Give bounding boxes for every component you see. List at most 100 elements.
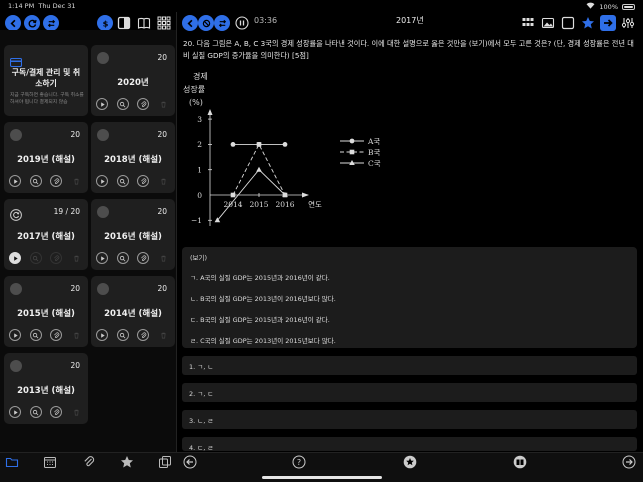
exam-card-2018[interactable]: 20 2018년 (해설) (91, 122, 175, 193)
star-icon (403, 455, 417, 469)
tab-folders[interactable] (4, 454, 20, 470)
delete-button[interactable] (158, 175, 170, 187)
chart-marks (214, 142, 288, 223)
option-label: 3. ㄴ, ㄹ (189, 417, 214, 425)
panel-divider (176, 12, 177, 482)
question-count: 20 (157, 130, 167, 139)
attach-button[interactable] (50, 329, 63, 341)
trash-icon (161, 332, 167, 338)
attach-button[interactable] (137, 98, 150, 110)
bookmark-star-button[interactable] (402, 454, 418, 470)
back-button[interactable] (5, 15, 21, 31)
attach-button[interactable] (50, 175, 63, 187)
delete-button[interactable] (71, 329, 83, 341)
attach-button[interactable] (50, 406, 63, 418)
subscription-card[interactable]: 구독/결제 관리 및 취소하기 지금 구독하면 좋습니다. 구독 취소를 하셔야… (4, 45, 88, 116)
attach-button[interactable] (137, 329, 150, 341)
subscription-subtitle: 지금 구독하면 좋습니다. 구독 취소를 하셔야 됩니다 결제되지 않습 (10, 93, 84, 105)
play-button[interactable] (96, 98, 108, 110)
image-button[interactable] (540, 15, 556, 31)
chart-legend: A국 B국 C국 (340, 137, 381, 168)
search-button[interactable] (29, 252, 42, 264)
search-button[interactable] (29, 406, 42, 418)
next-question-button[interactable] (600, 15, 616, 31)
dollar-icon: $ (102, 18, 108, 28)
attach-button[interactable] (137, 175, 150, 187)
help-button[interactable]: ? (291, 454, 307, 470)
search-button[interactable] (116, 329, 129, 341)
search-button[interactable] (116, 252, 129, 264)
paperclip-icon (84, 456, 95, 467)
trash-icon (161, 255, 167, 261)
grid-button[interactable] (520, 15, 536, 31)
settings-button[interactable] (620, 15, 636, 31)
play-button[interactable] (9, 175, 21, 187)
search-button[interactable] (116, 175, 129, 187)
exam-card-2019[interactable]: 20 2019년 (해설) (4, 122, 88, 193)
exam-card-2013[interactable]: 20 2013년 (해설) (4, 353, 88, 424)
purchase-button[interactable]: $ (97, 15, 113, 31)
sort-button[interactable] (43, 15, 59, 31)
page-title: 2017년 (396, 16, 424, 25)
tab-attachments[interactable] (81, 454, 97, 470)
play-icon (100, 255, 105, 261)
delete-button[interactable] (158, 252, 170, 264)
grid-button[interactable] (156, 15, 172, 31)
favorite-button[interactable] (580, 15, 596, 31)
tab-favorites[interactable] (119, 454, 135, 470)
next-question-button[interactable] (621, 454, 637, 470)
question-count: 19 / 20 (53, 207, 80, 216)
delete-button[interactable] (71, 175, 83, 187)
exam-title: 2019년 (해설) (17, 155, 75, 165)
y-tick-label: 3 (197, 115, 202, 124)
explanation-button[interactable] (512, 454, 528, 470)
play-button[interactable] (9, 406, 21, 418)
pause-button[interactable] (234, 15, 250, 31)
tab-copy[interactable] (157, 454, 173, 470)
previous-question-button[interactable] (182, 454, 198, 470)
attach-button[interactable] (137, 252, 150, 264)
trash-icon (74, 332, 80, 338)
exam-card-2014[interactable]: 20 2014년 (해설) (91, 276, 175, 347)
exam-title: 2015년 (해설) (17, 309, 75, 319)
answer-option-2[interactable]: 2. ㄱ, ㄷ (182, 383, 637, 402)
y-axis-arrow (207, 109, 213, 115)
attach-button[interactable] (50, 252, 63, 264)
progress-indicator (97, 206, 109, 218)
trash-icon (74, 409, 80, 415)
trash-icon (74, 178, 80, 184)
delete-button[interactable] (71, 252, 83, 264)
reset-button[interactable] (198, 15, 214, 31)
delete-button[interactable] (158, 98, 170, 110)
play-button[interactable] (9, 252, 21, 264)
exam-card-2015[interactable]: 20 2015년 (해설) (4, 276, 88, 347)
search-button[interactable] (29, 329, 42, 341)
split-view-button[interactable] (116, 15, 132, 31)
play-button[interactable] (96, 175, 108, 187)
search-button[interactable] (116, 98, 129, 110)
back-button[interactable] (182, 15, 198, 31)
square-button[interactable] (560, 15, 576, 31)
answer-option-3[interactable]: 3. ㄴ, ㄹ (182, 410, 637, 429)
square-icon (561, 16, 575, 30)
play-button[interactable] (96, 329, 108, 341)
play-button[interactable] (96, 252, 108, 264)
book-button[interactable] (136, 15, 152, 31)
question-count: 20 (157, 207, 167, 216)
exam-card-2016[interactable]: 20 2016년 (해설) (91, 199, 175, 270)
delete-button[interactable] (71, 406, 83, 418)
x-tick-label: 2015 (249, 200, 268, 209)
x-axis-arrow (302, 192, 309, 198)
play-button[interactable] (9, 329, 21, 341)
data-point (349, 149, 355, 155)
answer-option-4[interactable]: 4. ㄷ, ㄹ (182, 437, 637, 451)
data-point (256, 166, 262, 172)
exam-card-2020[interactable]: 20 2020년 (91, 45, 175, 116)
sync-button[interactable] (24, 15, 40, 31)
search-button[interactable] (29, 175, 42, 187)
exam-card-2017[interactable]: 19 / 20 2017년 (해설) (4, 199, 88, 270)
shuffle-button[interactable] (214, 15, 230, 31)
answer-option-1[interactable]: 1. ㄱ, ㄴ (182, 356, 637, 375)
delete-button[interactable] (158, 329, 170, 341)
tab-calendar[interactable] (42, 454, 58, 470)
